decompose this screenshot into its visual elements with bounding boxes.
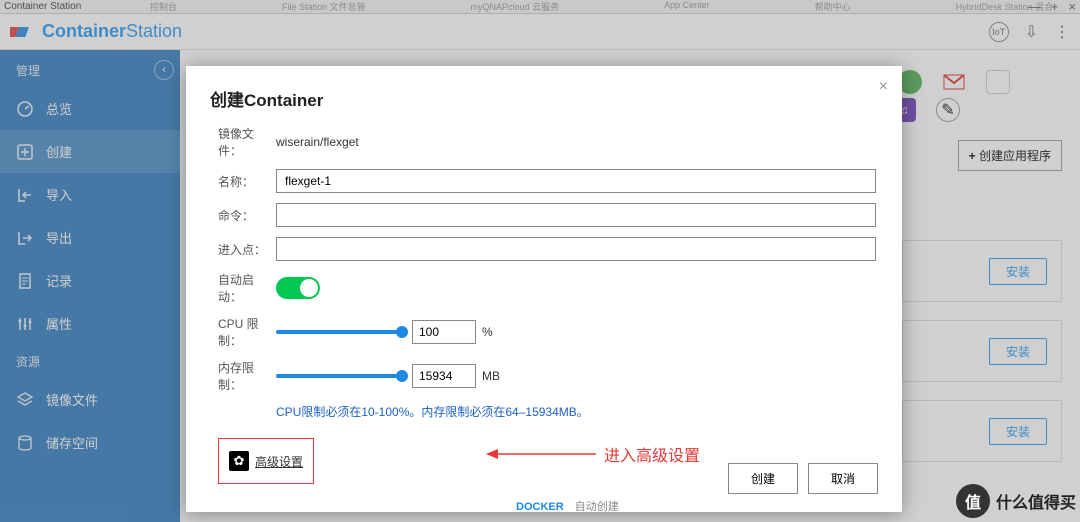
modal-title: 创建Container	[210, 86, 878, 111]
advanced-settings-link[interactable]: 高级设置	[255, 453, 303, 470]
cpu-slider[interactable]	[276, 330, 402, 334]
memory-label: 内存限制：	[218, 359, 276, 393]
name-label: 名称：	[218, 173, 276, 190]
memory-input[interactable]	[412, 364, 476, 388]
entrypoint-input[interactable]	[276, 237, 876, 261]
docker-subtext: 自动创建	[575, 501, 619, 513]
watermark-badge: 值	[956, 484, 990, 518]
annotation-text: 进入高级设置	[604, 442, 700, 466]
autostart-toggle[interactable]	[276, 277, 320, 299]
command-input[interactable]	[276, 203, 876, 227]
arrow-icon	[486, 444, 596, 464]
cpu-unit: %	[482, 325, 493, 339]
field-memory-limit: 内存限制： MB	[218, 359, 878, 393]
field-command: 命令：	[218, 203, 878, 227]
memory-slider[interactable]	[276, 374, 402, 378]
limits-hint: CPU限制必须在10-100%。内存限制必须在64–15934MB。	[276, 403, 878, 420]
watermark-text: 什么值得买	[996, 489, 1076, 513]
docker-badge: DOCKER 自动创建	[516, 498, 619, 514]
command-label: 命令：	[218, 207, 276, 224]
image-label: 镜像文件：	[218, 125, 276, 159]
image-value: wiserain/flexget	[276, 135, 878, 149]
cpu-label: CPU 限制：	[218, 315, 276, 349]
name-input[interactable]	[276, 169, 876, 193]
field-image: 镜像文件： wiserain/flexget	[218, 125, 878, 159]
entrypoint-label: 进入点：	[218, 241, 276, 258]
autostart-label: 自动启动：	[218, 271, 276, 305]
field-name: 名称：	[218, 169, 878, 193]
cpu-input[interactable]	[412, 320, 476, 344]
watermark: 值 什么值得买	[956, 484, 1076, 518]
advanced-settings-box[interactable]: ✿ 高级设置	[218, 438, 314, 484]
create-container-modal: × 创建Container 镜像文件： wiserain/flexget 名称：…	[186, 66, 902, 512]
annotation-arrow: 进入高级设置	[486, 442, 700, 466]
memory-unit: MB	[482, 369, 500, 383]
close-icon[interactable]: ×	[879, 78, 888, 96]
create-button[interactable]: 创建	[728, 463, 798, 494]
field-autostart: 自动启动：	[218, 271, 878, 305]
field-entrypoint: 进入点：	[218, 237, 878, 261]
field-cpu-limit: CPU 限制： %	[218, 315, 878, 349]
gear-icon: ✿	[229, 451, 249, 471]
cancel-button[interactable]: 取消	[808, 463, 878, 494]
